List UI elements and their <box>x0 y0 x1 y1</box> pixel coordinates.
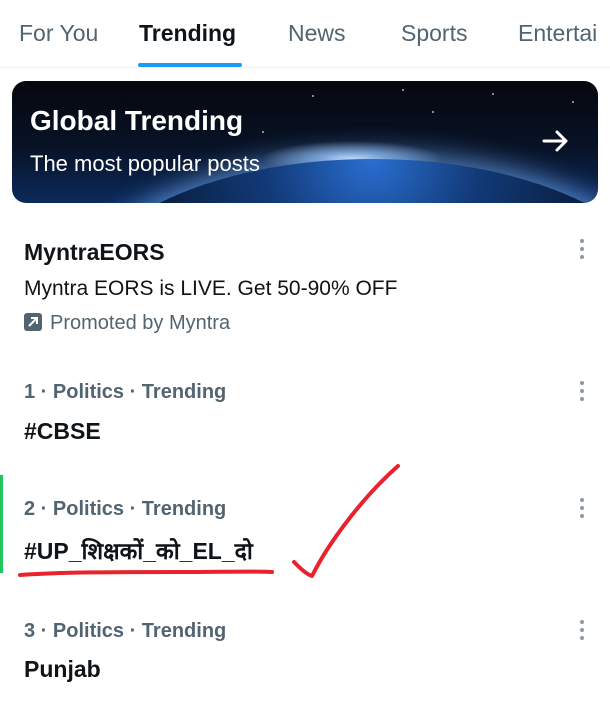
tab-entertainment[interactable]: Entertai <box>518 20 597 47</box>
trend-meta: 2 · Politics · Trending <box>24 498 227 520</box>
star <box>492 93 494 95</box>
star <box>312 95 314 97</box>
arrow-right-icon[interactable] <box>540 125 572 157</box>
promoted-label: Promoted by Myntra <box>24 312 230 335</box>
promoted-icon <box>24 313 42 331</box>
more-options-icon[interactable] <box>578 498 586 520</box>
star <box>262 131 264 133</box>
tab-news[interactable]: News <box>288 20 346 47</box>
more-options-icon[interactable] <box>578 239 586 261</box>
promoted-trend[interactable]: MyntraEORS Myntra EORS is LIVE. Get 50-9… <box>0 225 610 345</box>
banner-subtitle: The most popular posts <box>30 151 260 176</box>
tab-for-you[interactable]: For You <box>19 20 98 47</box>
trend-item[interactable]: 2 · Politics · Trending #UP_शिक्षकों_को_… <box>0 480 610 590</box>
active-tab-indicator <box>138 63 242 67</box>
more-options-icon[interactable] <box>578 381 586 403</box>
trend-title: MyntraEORS <box>24 239 165 265</box>
star <box>402 89 404 91</box>
trend-title: #UP_शिक्षकों_को_EL_दो <box>24 538 253 564</box>
trend-description: Myntra EORS is LIVE. Get 50-90% OFF <box>24 277 398 300</box>
tab-trending[interactable]: Trending <box>139 20 236 47</box>
trend-title: Punjab <box>24 656 101 682</box>
banner-title: Global Trending <box>30 105 244 136</box>
more-options-icon[interactable] <box>578 620 586 642</box>
trend-item[interactable]: 1 · Politics · Trending #CBSE <box>0 365 610 465</box>
trend-item[interactable]: 3 · Politics · Trending Punjab <box>0 600 610 700</box>
trend-meta: 1 · Politics · Trending <box>24 381 227 403</box>
star <box>432 111 434 113</box>
tab-sports[interactable]: Sports <box>401 20 467 47</box>
tab-bar: For You Trending News Sports Entertai <box>0 0 610 68</box>
trend-meta: 3 · Politics · Trending <box>24 620 227 642</box>
global-trending-banner[interactable]: Global Trending The most popular posts <box>12 81 598 203</box>
trend-title: #CBSE <box>24 418 101 444</box>
star <box>572 101 574 103</box>
promoted-by-text: Promoted by Myntra <box>50 312 231 334</box>
